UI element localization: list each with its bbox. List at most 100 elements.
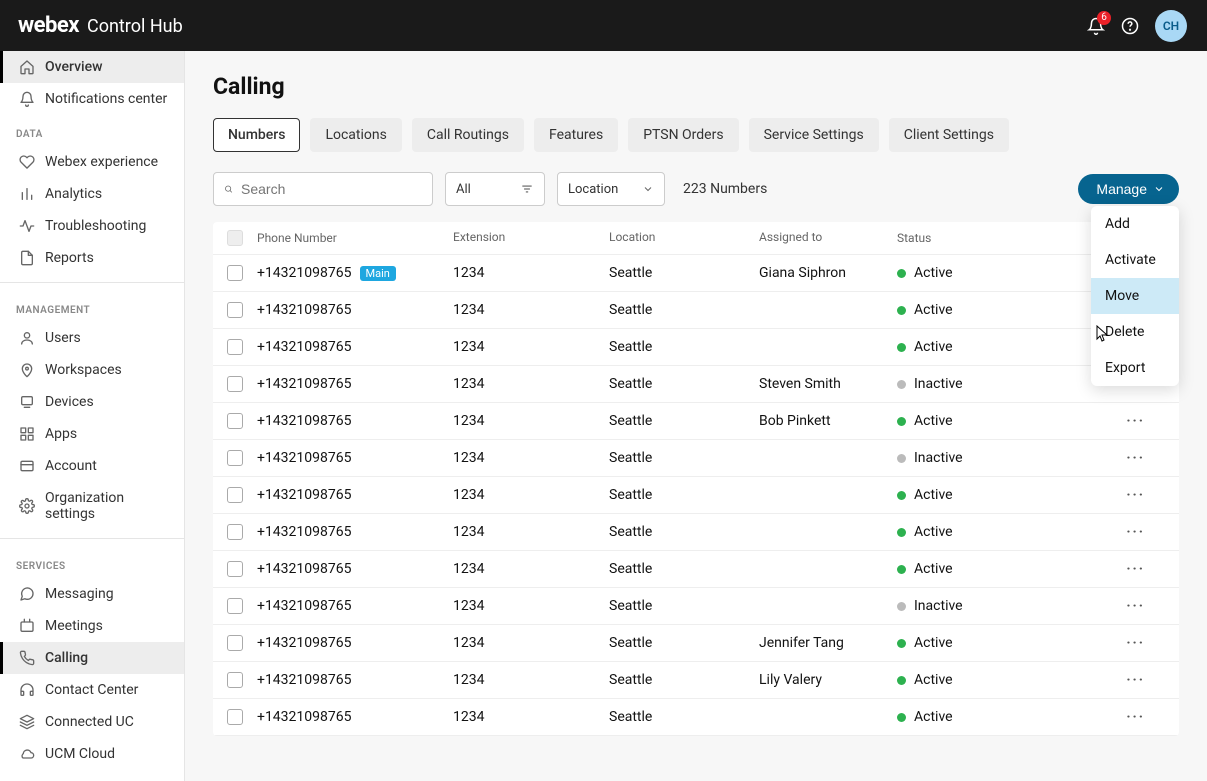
row-actions-button[interactable]: ··· (1126, 598, 1145, 614)
table-row[interactable]: +14321098765Main1234SeattleGiana Siphron… (213, 255, 1179, 292)
sidebar-item-overview[interactable]: Overview (0, 51, 184, 83)
filter-location[interactable]: Location (557, 172, 665, 206)
status-dot (897, 565, 906, 574)
extension: 1234 (453, 413, 609, 429)
row-checkbox[interactable] (227, 672, 243, 688)
home-icon (19, 59, 35, 75)
help-button[interactable] (1121, 17, 1139, 35)
row-checkbox[interactable] (227, 598, 243, 614)
menu-item-activate[interactable]: Activate (1091, 242, 1179, 278)
row-checkbox[interactable] (227, 450, 243, 466)
row-checkbox[interactable] (227, 709, 243, 725)
row-checkbox[interactable] (227, 413, 243, 429)
menu-item-export[interactable]: Export (1091, 350, 1179, 386)
col-assigned[interactable]: Assigned to (759, 230, 897, 246)
menu-item-add[interactable]: Add (1091, 206, 1179, 242)
avatar[interactable]: CH (1155, 10, 1187, 42)
phone-icon (19, 650, 35, 666)
row-checkbox[interactable] (227, 265, 243, 281)
col-extension[interactable]: Extension (453, 230, 609, 246)
sidebar-item-users[interactable]: Users (0, 322, 184, 354)
sidebar-item-troubleshooting[interactable]: Troubleshooting (0, 210, 184, 242)
status-text: Inactive (914, 450, 963, 466)
table-row[interactable]: +143210987651234SeattleSteven SmithInact… (213, 366, 1179, 403)
phone-number: +14321098765 (257, 302, 352, 318)
filter-icon (520, 182, 534, 196)
sidebar-item-webex-experience[interactable]: Webex experience (0, 146, 184, 178)
sidebar-item-analytics[interactable]: Analytics (0, 178, 184, 210)
search-box[interactable] (213, 172, 433, 206)
sidebar-item-apps[interactable]: Apps (0, 418, 184, 450)
row-actions-button[interactable]: ··· (1126, 524, 1145, 540)
table-row[interactable]: +143210987651234SeattleActive··· (213, 699, 1179, 736)
tab-locations[interactable]: Locations (310, 118, 401, 152)
extension: 1234 (453, 302, 609, 318)
gear-icon (19, 498, 35, 514)
row-checkbox[interactable] (227, 302, 243, 318)
sidebar-item-account[interactable]: Account (0, 450, 184, 482)
notifications-button[interactable]: 6 (1087, 17, 1105, 35)
sidebar-item-organization-settings[interactable]: Organization settings (0, 482, 184, 530)
tab-features[interactable]: Features (534, 118, 618, 152)
search-input[interactable] (241, 181, 422, 197)
assigned-to: Giana Siphron (759, 265, 897, 281)
row-checkbox[interactable] (227, 524, 243, 540)
table-row[interactable]: +143210987651234SeattleInactive··· (213, 440, 1179, 477)
tab-numbers[interactable]: Numbers (213, 118, 300, 152)
user-icon (19, 330, 35, 346)
sidebar-item-messaging[interactable]: Messaging (0, 578, 184, 610)
status-dot (897, 454, 906, 463)
sidebar-item-devices[interactable]: Devices (0, 386, 184, 418)
col-status[interactable]: Status (897, 230, 1097, 246)
menu-item-delete[interactable]: Delete (1091, 314, 1179, 350)
row-checkbox[interactable] (227, 376, 243, 392)
row-actions-button[interactable]: ··· (1126, 487, 1145, 503)
status-text: Active (914, 302, 953, 318)
sidebar-item-meetings[interactable]: Meetings (0, 610, 184, 642)
sidebar-separator (0, 282, 184, 283)
col-location[interactable]: Location (609, 230, 759, 246)
manage-button[interactable]: Manage (1078, 174, 1179, 204)
row-actions-button[interactable]: ··· (1126, 635, 1145, 651)
table-row[interactable]: +143210987651234SeattleActive··· (213, 514, 1179, 551)
col-phone[interactable]: Phone Number (257, 230, 453, 246)
row-actions-button[interactable]: ··· (1126, 709, 1145, 725)
bell-icon (19, 91, 35, 107)
row-actions-button[interactable]: ··· (1126, 672, 1145, 688)
table-row[interactable]: +143210987651234SeattleInactive··· (213, 588, 1179, 625)
select-all-checkbox[interactable] (227, 230, 243, 246)
tab-call-routings[interactable]: Call Routings (412, 118, 524, 152)
table-row[interactable]: +143210987651234SeattleActive··· (213, 551, 1179, 588)
sidebar-item-contact-center[interactable]: Contact Center (0, 674, 184, 706)
table-row[interactable]: +143210987651234SeattleLily ValeryActive… (213, 662, 1179, 699)
chevron-down-icon (1153, 183, 1165, 195)
sidebar-item-connected-uc[interactable]: Connected UC (0, 706, 184, 738)
status-dot (897, 639, 906, 648)
table-row[interactable]: +143210987651234SeattleJennifer TangActi… (213, 625, 1179, 662)
row-checkbox[interactable] (227, 561, 243, 577)
sidebar-item-workspaces[interactable]: Workspaces (0, 354, 184, 386)
table-row[interactable]: +143210987651234SeattleActive··· (213, 292, 1179, 329)
menu-item-move[interactable]: Move (1091, 278, 1179, 314)
table-row[interactable]: +143210987651234SeattleBob PinkettActive… (213, 403, 1179, 440)
card-icon (19, 458, 35, 474)
tab-client-settings[interactable]: Client Settings (889, 118, 1009, 152)
tab-service-settings[interactable]: Service Settings (749, 118, 879, 152)
table-row[interactable]: +143210987651234SeattleActive··· (213, 329, 1179, 366)
extension: 1234 (453, 376, 609, 392)
sidebar-item-ucm-cloud[interactable]: UCM Cloud (0, 738, 184, 770)
sidebar-item-calling[interactable]: Calling (0, 642, 184, 674)
row-checkbox[interactable] (227, 339, 243, 355)
table-row[interactable]: +143210987651234SeattleActive··· (213, 477, 1179, 514)
row-checkbox[interactable] (227, 635, 243, 651)
filter-all[interactable]: All (445, 172, 545, 206)
row-actions-button[interactable]: ··· (1126, 450, 1145, 466)
tab-ptsn-orders[interactable]: PTSN Orders (628, 118, 738, 152)
sidebar-item-reports[interactable]: Reports (0, 242, 184, 274)
row-actions-button[interactable]: ··· (1126, 561, 1145, 577)
doc-icon (19, 250, 35, 266)
row-actions-button[interactable]: ··· (1126, 413, 1145, 429)
sidebar-item-notifications-center[interactable]: Notifications center (0, 83, 184, 115)
row-checkbox[interactable] (227, 487, 243, 503)
sidebar-item-label: Messaging (45, 586, 114, 602)
